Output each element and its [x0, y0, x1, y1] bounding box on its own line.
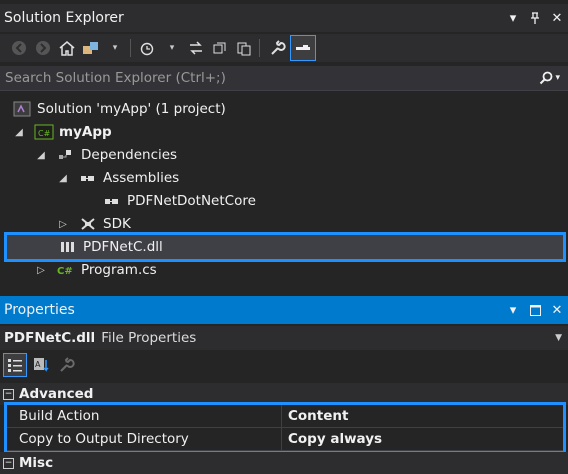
categorized-icon[interactable]	[3, 353, 27, 377]
category-label: Advanced	[19, 386, 94, 402]
property-value[interactable]: Copy always	[281, 428, 382, 450]
filter-dropdown-icon[interactable]: ▾	[161, 36, 183, 60]
collapsed-arrow-icon[interactable]: ▷	[56, 219, 70, 230]
close-icon[interactable]: ✕	[546, 7, 568, 29]
panel-title: Solution Explorer	[4, 10, 124, 26]
switch-views-dropdown-icon[interactable]: ▾	[104, 36, 126, 60]
window-position-dropdown[interactable]: ▾	[502, 7, 524, 29]
property-value[interactable]: Content	[281, 405, 348, 427]
svg-text:C#: C#	[57, 266, 73, 277]
sync-with-active-document-icon[interactable]	[185, 36, 207, 60]
close-icon[interactable]: ✕	[546, 299, 568, 321]
search-icon[interactable]	[537, 71, 555, 85]
property-row[interactable]: Copy to Output Directory Copy always	[7, 428, 563, 451]
property-name: Copy to Output Directory	[19, 431, 189, 447]
solution-explorer-toolbar: ▾ ▾	[0, 34, 568, 62]
collapse-all-icon[interactable]	[209, 36, 231, 60]
assemblies-icon	[78, 170, 98, 186]
solution-icon	[12, 101, 32, 117]
tree-node-label: SDK	[103, 216, 131, 232]
chevron-down-icon[interactable]: ▼	[555, 333, 562, 343]
preview-selected-items-icon[interactable]	[290, 35, 316, 61]
solution-explorer-titlebar: Solution Explorer ▾ ✕	[0, 4, 568, 32]
tree-node-program[interactable]: ▷ C# Program.cs	[34, 259, 157, 281]
panel-title: Properties	[4, 302, 75, 318]
svg-text:A: A	[35, 360, 41, 369]
property-row[interactable]: Build Action Content	[7, 405, 563, 428]
property-rows-highlight: Build Action Content Copy to Output Dire…	[4, 402, 566, 454]
search-box: ▾	[0, 66, 568, 91]
expanded-arrow-icon[interactable]: ◢	[34, 150, 48, 161]
category-label: Misc	[19, 455, 54, 471]
csharp-project-icon: C#	[34, 124, 54, 140]
tree-node-solution[interactable]: Solution 'myApp' (1 project)	[12, 98, 226, 120]
dependencies-icon	[56, 147, 76, 163]
object-name: PDFNetC.dll	[4, 330, 96, 346]
home-icon[interactable]	[56, 36, 78, 60]
tree-node-assembly-item[interactable]: PDFNetDotNetCore	[102, 190, 256, 212]
maximize-icon[interactable]	[524, 299, 546, 321]
switch-views-icon[interactable]	[80, 36, 102, 60]
category-misc[interactable]: − Misc	[0, 452, 568, 474]
show-all-files-icon[interactable]	[233, 36, 255, 60]
object-kind: File Properties	[101, 330, 197, 346]
properties-titlebar: Properties ▾ ✕	[0, 296, 568, 324]
tree-node-assemblies[interactable]: ◢ Assemblies	[56, 167, 179, 189]
tree-node-label: PDFNetC.dll	[83, 239, 163, 255]
pending-changes-filter-icon[interactable]	[137, 36, 159, 60]
tree-node-project[interactable]: ◢ C# myApp	[12, 121, 112, 143]
properties-toolbar: A	[0, 352, 568, 378]
tree-node-label: Program.cs	[81, 262, 157, 278]
back-icon[interactable]	[8, 36, 30, 60]
expanded-arrow-icon[interactable]: ◢	[56, 173, 70, 184]
pin-icon[interactable]	[524, 7, 546, 29]
tree-node-label: Assemblies	[103, 170, 180, 186]
csharp-file-icon: C#	[56, 262, 76, 278]
tree-node-label: Dependencies	[81, 147, 178, 163]
forward-icon[interactable]	[32, 36, 54, 60]
window-position-dropdown[interactable]: ▾	[502, 299, 524, 321]
tree-node-dependencies[interactable]: ◢ Dependencies	[34, 144, 177, 166]
tree-node-selected-file[interactable]: PDFNetC.dll	[56, 236, 163, 258]
dll-file-icon	[58, 239, 78, 255]
property-pages-wrench-icon[interactable]	[55, 354, 77, 376]
svg-text:C#: C#	[38, 129, 51, 138]
collapse-icon[interactable]: −	[3, 457, 14, 469]
search-input[interactable]	[0, 69, 538, 87]
properties-object-selector[interactable]: PDFNetC.dll File Properties ▼	[0, 326, 568, 350]
tree-node-label: PDFNetDotNetCore	[127, 193, 256, 209]
tree-node-label: Solution 'myApp' (1 project)	[37, 101, 226, 117]
collapsed-arrow-icon[interactable]: ▷	[34, 265, 48, 276]
sdk-icon	[78, 216, 98, 232]
expanded-arrow-icon[interactable]: ◢	[12, 127, 26, 138]
tree-node-label: myApp	[59, 124, 112, 140]
property-name: Build Action	[19, 408, 100, 424]
search-options-dropdown-icon[interactable]: ▾	[555, 73, 560, 83]
properties-wrench-icon[interactable]	[266, 36, 288, 60]
collapse-icon[interactable]: −	[3, 388, 14, 400]
alphabetical-icon[interactable]: A	[30, 354, 52, 376]
assembly-reference-icon	[102, 193, 122, 209]
